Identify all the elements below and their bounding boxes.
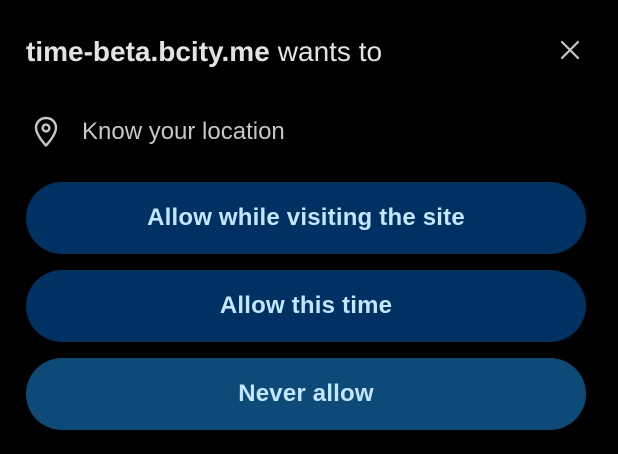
close-button[interactable]	[548, 28, 592, 72]
allow-this-time-label: Allow this time	[219, 292, 393, 319]
permission-request: Know your location	[32, 110, 285, 154]
title-suffix: wants to	[277, 36, 383, 67]
allow-this-time-button[interactable]: Allow this time	[26, 270, 586, 342]
permission-dialog: time-beta.bcity.me wants to Know your lo…	[0, 0, 618, 454]
never-allow-label: Never allow	[238, 380, 374, 407]
close-icon	[560, 40, 580, 60]
allow-while-visiting-button[interactable]: Allow while visiting the site	[26, 182, 586, 254]
dialog-title: time-beta.bcity.me wants to	[26, 30, 538, 74]
never-allow-button[interactable]: Never allow	[26, 358, 586, 430]
allow-while-visiting-label: Allow while visiting the site	[147, 204, 465, 231]
permission-label: Know your location	[82, 118, 285, 145]
location-pin-icon	[32, 115, 60, 149]
site-name: time-beta.bcity.me	[26, 36, 270, 67]
